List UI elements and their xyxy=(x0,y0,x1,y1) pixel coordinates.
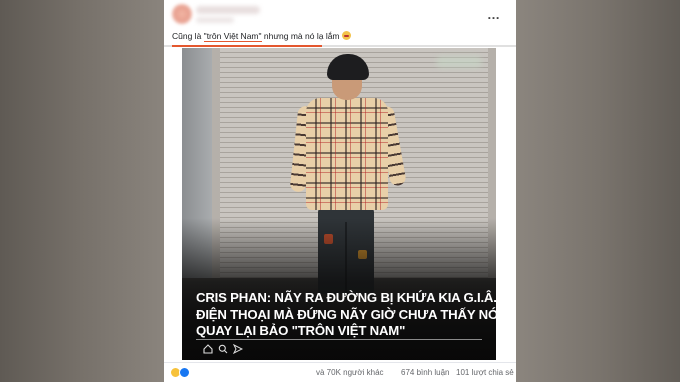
post-header: … xyxy=(164,0,516,28)
like-reaction-icon[interactable] xyxy=(179,367,190,378)
caption-divider xyxy=(164,45,516,47)
person-helmet xyxy=(327,54,369,80)
caption-highlight-bar xyxy=(172,45,322,47)
comments-count[interactable]: 674 bình luận xyxy=(401,368,450,377)
more-icon: … xyxy=(487,6,501,22)
person-plaid-shirt xyxy=(306,98,388,210)
image-headline: CRIS PHAN: NÃY RA ĐƯỜNG BỊ KHỨA KIA G.I.… xyxy=(196,290,496,340)
more-options-button[interactable]: … xyxy=(482,5,506,23)
headline-line-1: CRIS PHAN: NÃY RA ĐƯỜNG BỊ KHỨA KIA G.I.… xyxy=(196,290,496,305)
post-footer: và 70K người khác 674 bình luận 101 lượt… xyxy=(164,362,516,382)
post-caption: Cũng là "trôn Việt Nam" nhưng mà nó lạ l… xyxy=(172,31,351,42)
headline-line-2: ĐIỆN THOẠI MÀ ĐỨNG NÃY GIỜ CHƯA THẤY NÓ xyxy=(196,306,496,322)
caption-quoted-text: "trôn Việt Nam" xyxy=(203,31,262,42)
post-image[interactable]: CRIS PHAN: NÃY RA ĐƯỜNG BỊ KHỨA KIA G.I.… xyxy=(182,48,496,360)
headline-line-3: QUAY LẠI BẢO "TRÔN VIỆT NAM" xyxy=(196,323,406,338)
avatar[interactable] xyxy=(172,4,192,24)
grimace-emoji-icon xyxy=(341,31,351,40)
image-divider xyxy=(196,339,482,340)
home-icon xyxy=(202,343,213,354)
reactions-count[interactable]: và 70K người khác xyxy=(316,368,384,377)
author-name-blurred[interactable] xyxy=(196,6,260,14)
image-icon-row xyxy=(202,343,243,354)
caption-text-after: nhưng mà nó lạ lắm xyxy=(261,31,340,41)
search-icon xyxy=(217,343,228,354)
shares-count[interactable]: 101 lượt chia sẻ xyxy=(456,368,514,377)
send-icon xyxy=(232,343,243,354)
watermark-blurred xyxy=(436,56,482,68)
post-time-blurred xyxy=(196,17,234,23)
caption-text-before: Cũng là xyxy=(172,31,204,41)
facebook-post-card: … Cũng là "trôn Việt Nam" nhưng mà nó lạ… xyxy=(164,0,516,382)
